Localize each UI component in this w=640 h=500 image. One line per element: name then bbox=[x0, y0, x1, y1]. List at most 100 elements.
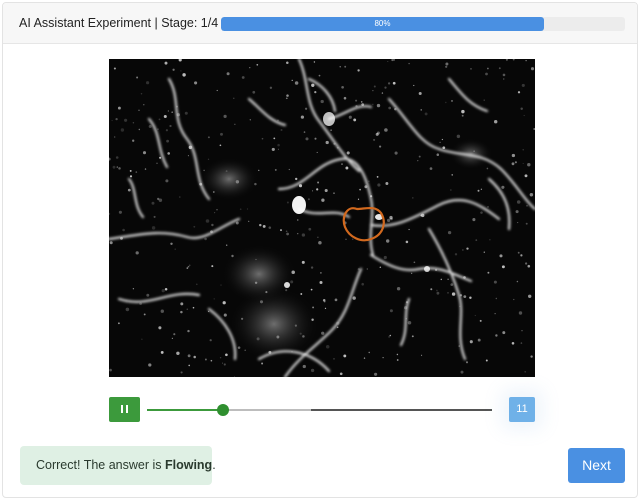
speckle bbox=[214, 212, 216, 214]
speckle bbox=[211, 265, 214, 268]
speckle bbox=[417, 160, 419, 162]
speckle bbox=[324, 188, 328, 193]
speckle bbox=[163, 114, 167, 119]
speckle bbox=[187, 155, 189, 157]
speckle bbox=[314, 90, 317, 94]
speckle bbox=[120, 128, 125, 132]
speckle bbox=[158, 326, 162, 330]
speckle bbox=[226, 72, 230, 76]
experiment-progress-bar: 80% bbox=[221, 17, 625, 31]
speckle bbox=[259, 223, 262, 227]
speckle bbox=[525, 222, 528, 225]
speckle bbox=[465, 361, 469, 364]
speckle bbox=[186, 308, 188, 310]
feedback-message: Correct! The answer is Flowing. bbox=[20, 446, 216, 485]
speckle bbox=[390, 217, 393, 221]
speckle bbox=[477, 189, 480, 192]
microscopy-image bbox=[109, 59, 535, 377]
speckle bbox=[520, 107, 523, 110]
pause-button[interactable] bbox=[109, 397, 140, 422]
speckle bbox=[291, 79, 293, 82]
speckle bbox=[132, 288, 135, 290]
speckle bbox=[521, 330, 523, 332]
speckle bbox=[489, 239, 491, 241]
speckle bbox=[361, 282, 364, 286]
speckle bbox=[368, 180, 370, 182]
speckle bbox=[207, 310, 210, 313]
frame-counter: 11 bbox=[509, 397, 535, 422]
speckle bbox=[280, 128, 283, 132]
speckle bbox=[522, 162, 524, 165]
speckle bbox=[308, 227, 312, 231]
speckle bbox=[248, 220, 250, 222]
speckle bbox=[502, 73, 506, 77]
speckle bbox=[144, 168, 147, 170]
speckle bbox=[524, 174, 528, 178]
speckle bbox=[317, 236, 319, 238]
speckle bbox=[384, 128, 388, 132]
speckle bbox=[480, 211, 483, 214]
feedback-prefix: Correct! The answer is bbox=[36, 458, 165, 472]
progress-label: 80% bbox=[374, 19, 391, 28]
next-button[interactable]: Next bbox=[568, 448, 625, 483]
speckle bbox=[321, 331, 325, 335]
speckle bbox=[514, 161, 517, 164]
speckle bbox=[341, 163, 343, 165]
speckle bbox=[161, 289, 165, 293]
speckle bbox=[377, 183, 381, 187]
speckle bbox=[193, 225, 196, 228]
speckle bbox=[307, 198, 310, 201]
speckle bbox=[122, 228, 125, 232]
speckle bbox=[129, 175, 133, 178]
speckle bbox=[394, 151, 398, 155]
speckle bbox=[379, 145, 382, 148]
speckle bbox=[381, 92, 384, 94]
video-scrubber[interactable] bbox=[147, 404, 492, 416]
speckle bbox=[517, 251, 520, 254]
speckle bbox=[300, 115, 305, 119]
speckle bbox=[109, 368, 112, 372]
speckle bbox=[495, 334, 498, 337]
speckle bbox=[256, 63, 259, 66]
speckle bbox=[124, 118, 128, 122]
speckle bbox=[180, 70, 182, 72]
speckle bbox=[239, 208, 242, 210]
speckle bbox=[113, 67, 116, 70]
speckle bbox=[477, 338, 481, 342]
speckle bbox=[475, 239, 478, 241]
speckle bbox=[295, 177, 298, 181]
speckle bbox=[521, 83, 525, 87]
speckle bbox=[344, 65, 347, 68]
speckle bbox=[376, 131, 380, 135]
speckle bbox=[389, 334, 392, 337]
speckle bbox=[445, 65, 448, 68]
speckle bbox=[493, 119, 498, 124]
speckle bbox=[241, 76, 245, 79]
speckle bbox=[418, 155, 421, 158]
speckle bbox=[522, 149, 524, 151]
speckle bbox=[396, 287, 401, 291]
speckle bbox=[520, 254, 523, 257]
speckle bbox=[341, 85, 344, 89]
speckle bbox=[436, 291, 440, 295]
speckle bbox=[141, 338, 143, 340]
speckle bbox=[235, 221, 239, 225]
speckle bbox=[151, 226, 156, 230]
speckle bbox=[486, 167, 489, 170]
scrubber-thumb[interactable] bbox=[216, 404, 229, 416]
speckle bbox=[186, 267, 189, 269]
speckle bbox=[325, 344, 330, 349]
speckle bbox=[466, 247, 469, 250]
speckle bbox=[117, 106, 121, 110]
speckle bbox=[127, 188, 131, 192]
speckle bbox=[273, 137, 276, 140]
speckle bbox=[474, 314, 476, 317]
speckle bbox=[511, 342, 515, 345]
speckle bbox=[222, 301, 226, 305]
speckle bbox=[445, 101, 447, 104]
speckle bbox=[148, 363, 152, 367]
speckle bbox=[523, 114, 525, 117]
speckle bbox=[526, 205, 528, 207]
speckle bbox=[529, 193, 534, 197]
speckle bbox=[336, 326, 339, 329]
